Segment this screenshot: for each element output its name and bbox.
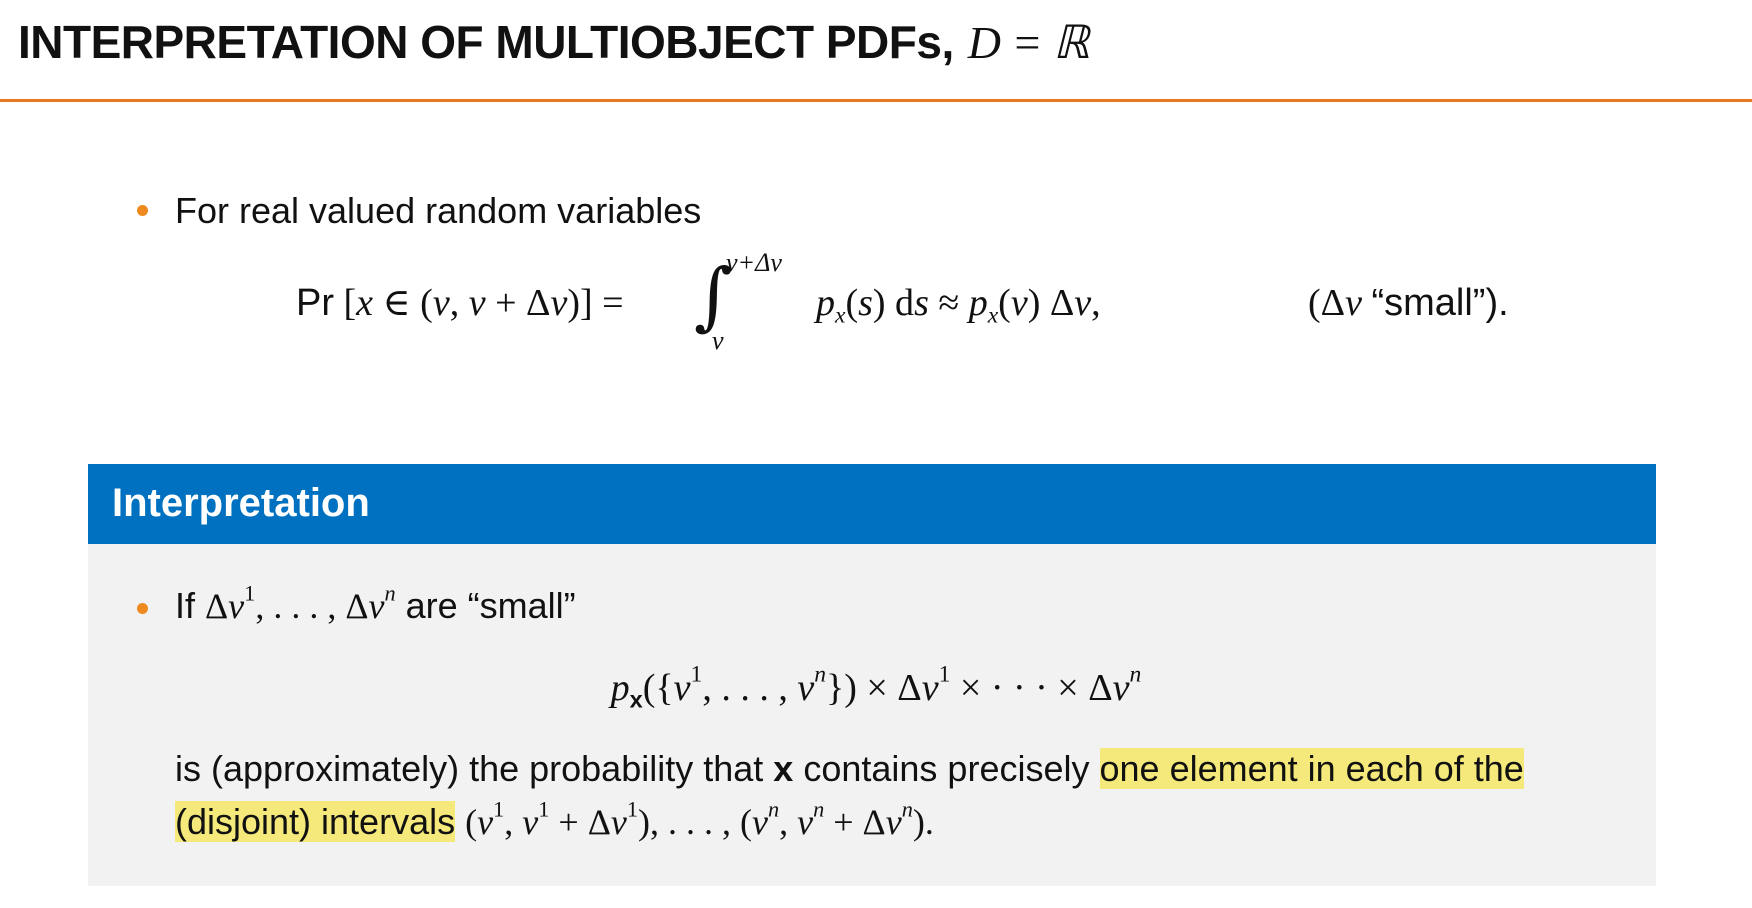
equation-note: (Δv “small”). bbox=[1308, 282, 1509, 324]
bullet-text-small-intervals: If Δv1, . . . , Δvn are “small” bbox=[175, 580, 576, 626]
slide-title-text: INTERPRETATION OF MULTIOBJECT PDFs, bbox=[18, 16, 954, 68]
bullet-marker bbox=[137, 205, 148, 216]
block-text-line-1: is (approximately) the probability that … bbox=[175, 747, 1524, 791]
text-middle: contains precisely bbox=[803, 748, 1090, 789]
integral-upper-limit: v+Δv bbox=[726, 248, 782, 277]
block-text-line-2: (disjoint) intervals (v1, v1 + Δv1), . .… bbox=[175, 796, 934, 844]
slide-title: INTERPRETATION OF MULTIOBJECT PDFs, D = ℝ bbox=[18, 14, 1089, 71]
text-prefix: is (approximately) the probability that bbox=[175, 748, 764, 789]
integral-lower-limit: v bbox=[712, 326, 724, 355]
block-header: Interpretation bbox=[88, 464, 1656, 544]
highlight-disjoint-intervals: (disjoint) intervals bbox=[175, 801, 456, 842]
header-divider bbox=[0, 99, 1752, 102]
equation-lhs: Pr [x ∈ (v, v + Δv)] = bbox=[296, 282, 624, 324]
equation-multiobject-density: px({v1, . . . , vn}) × Δv1 × · · · × Δvn bbox=[610, 661, 1142, 713]
bullet-suffix: are “small” bbox=[405, 585, 576, 626]
highlight-one-element: one element in each of the bbox=[1099, 748, 1524, 789]
bullet-marker bbox=[137, 603, 148, 614]
equation-rhs: px(s) ds ≈ px(v) Δv, bbox=[816, 282, 1101, 329]
bullet-text-real-valued: For real valued random variables bbox=[175, 190, 702, 231]
intervals-math: (v1, v1 + Δv1), . . . , (vn, vn + Δvn). bbox=[465, 796, 934, 842]
slide-title-math: D = ℝ bbox=[967, 17, 1090, 68]
slide-header: INTERPRETATION OF MULTIOBJECT PDFs, D = ℝ bbox=[0, 0, 1752, 104]
text-bold-x: x bbox=[773, 748, 794, 789]
block-title: Interpretation bbox=[112, 481, 370, 525]
equation-probability-integral: Pr [x ∈ (v, v + Δv)] = ∫ v+Δv v px(s) ds… bbox=[296, 248, 1596, 360]
